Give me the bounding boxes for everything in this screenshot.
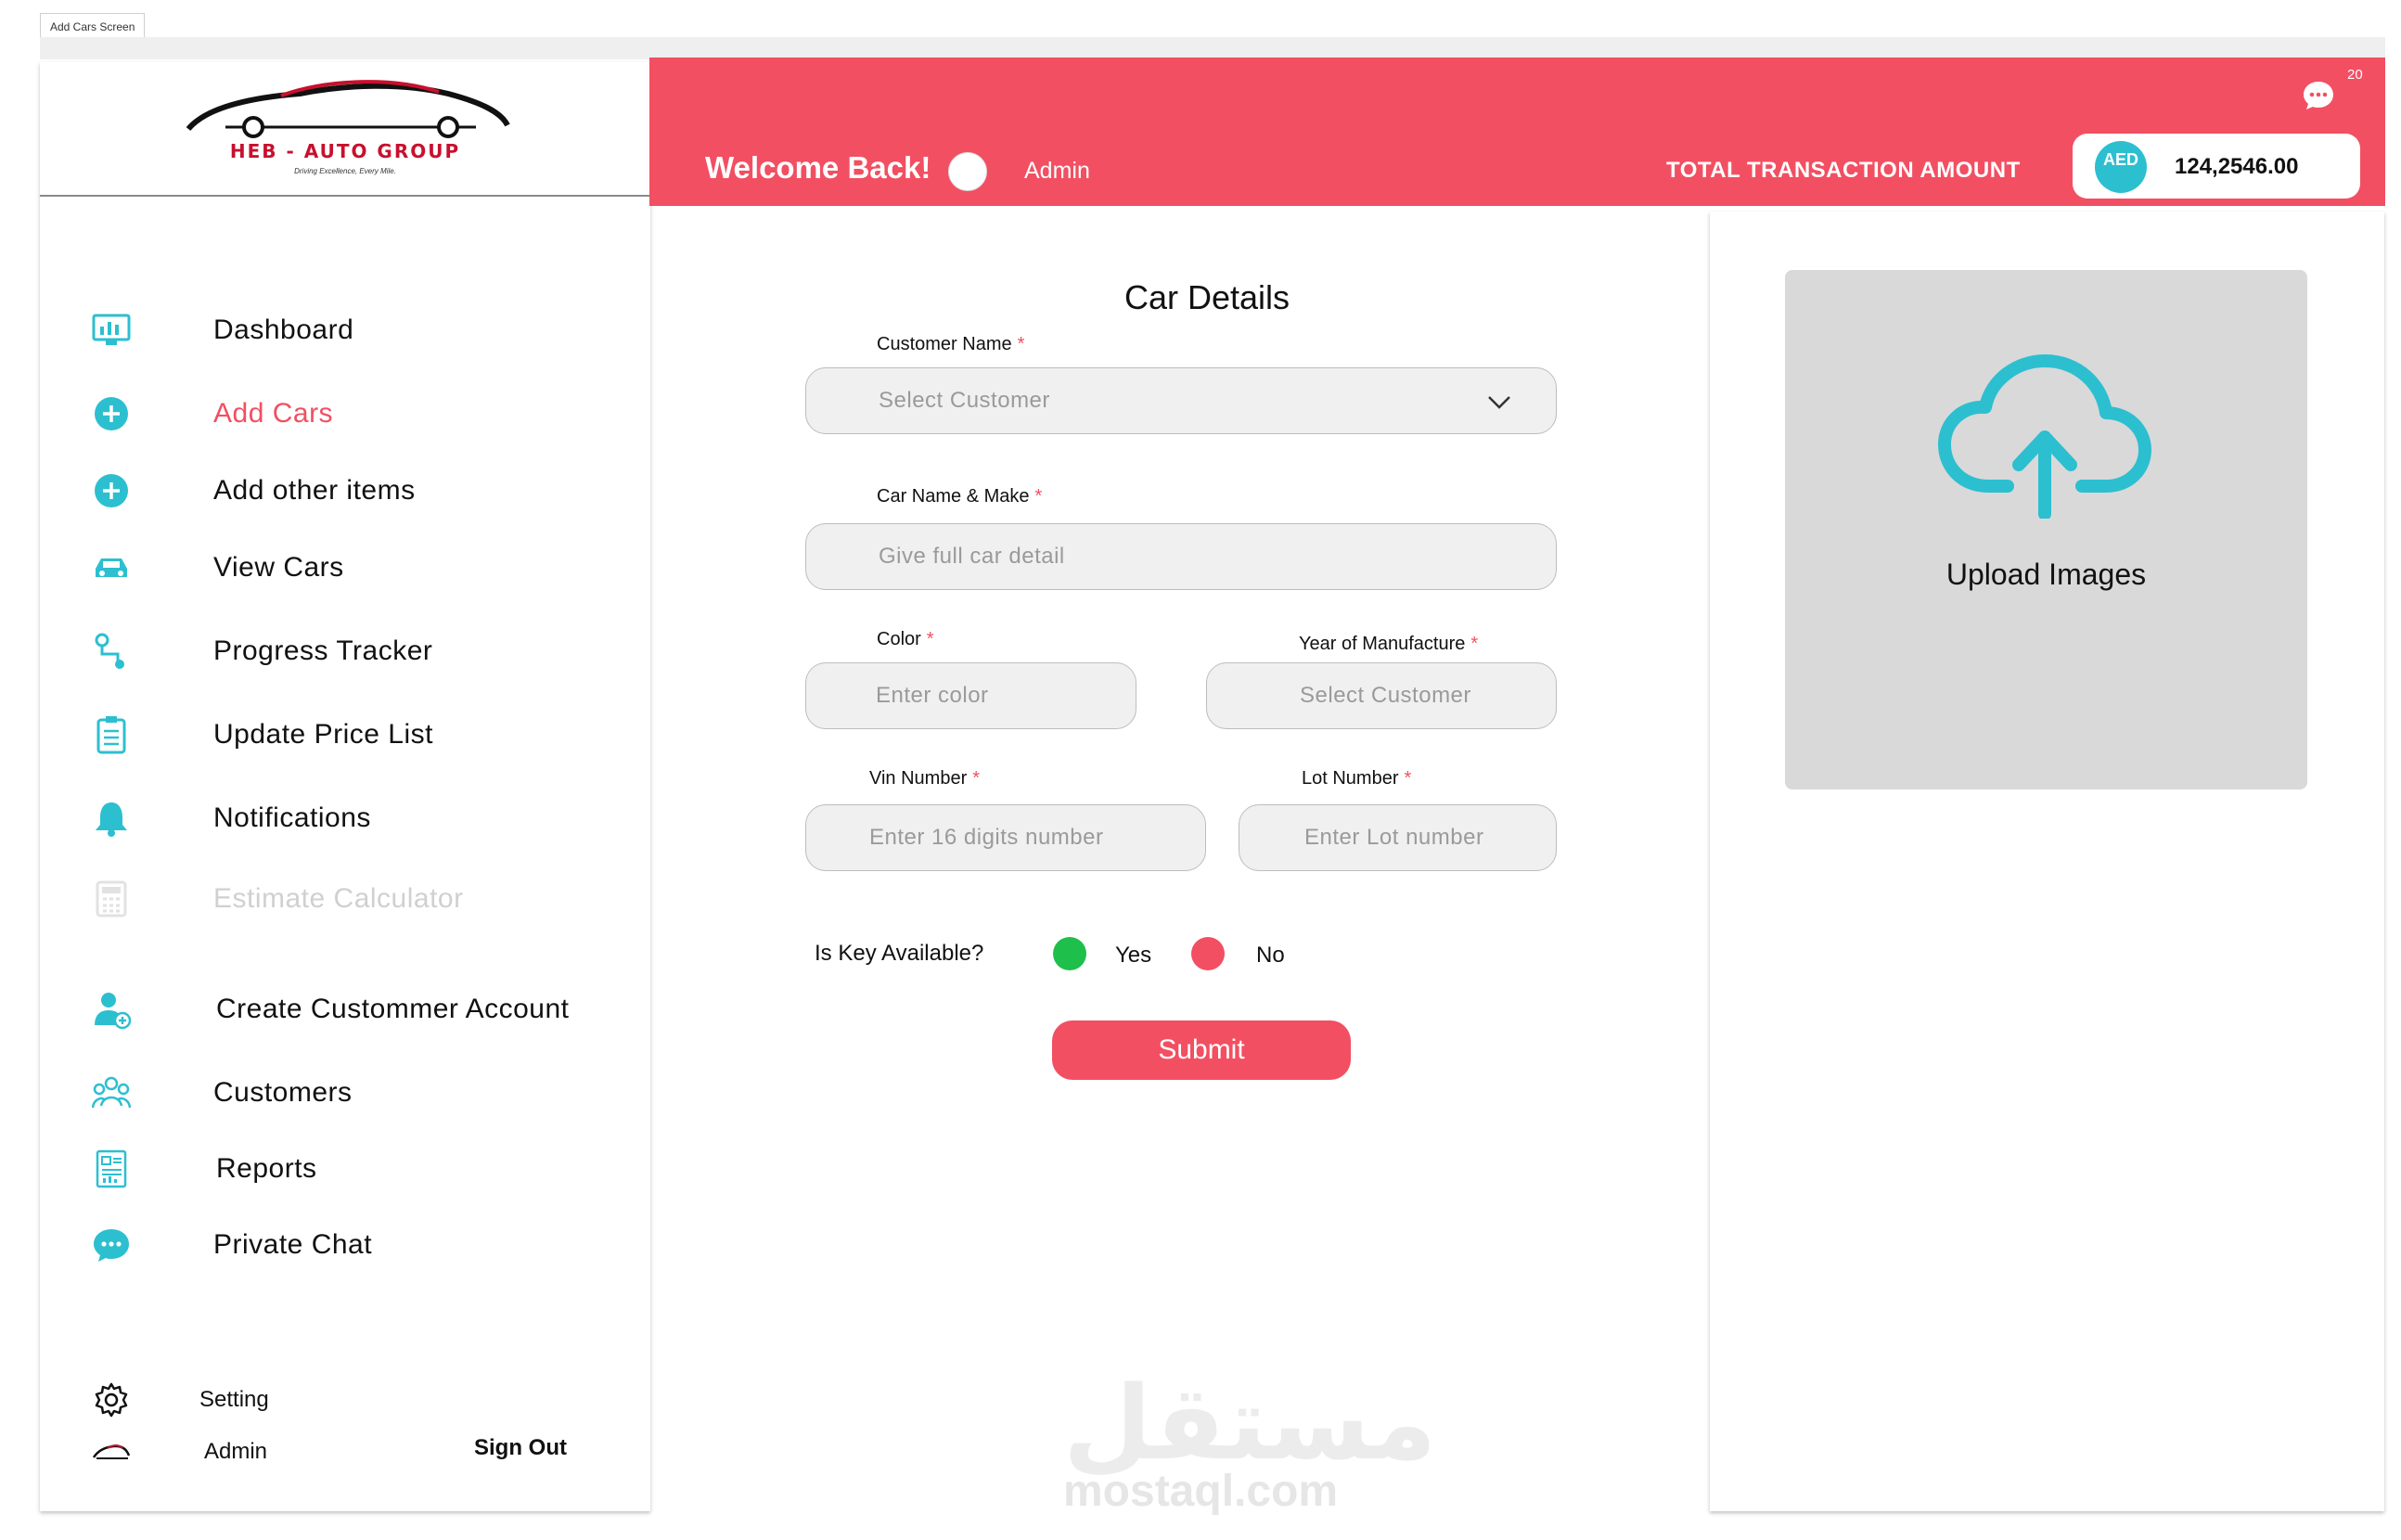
sidebar-item-label: Update Price List	[213, 719, 433, 750]
watermark-latin: mostaql.com	[1063, 1467, 1339, 1516]
chat-icon	[88, 1222, 135, 1268]
gear-icon	[88, 1377, 135, 1423]
avatar-car-icon	[88, 1429, 135, 1475]
submit-button[interactable]: Submit	[1052, 1020, 1351, 1080]
key-no-label: No	[1256, 943, 1285, 968]
sidebar-item-label: Progress Tracker	[213, 635, 433, 666]
upload-label: Upload Images	[1945, 558, 2147, 591]
brand-tagline: Driving Excellence, Every Mile.	[294, 167, 396, 175]
user-role: Admin	[1024, 158, 1090, 184]
sidebar-item-add-cars[interactable]: Add Cars	[88, 391, 626, 437]
customer-name-label: Customer Name *	[877, 334, 1025, 354]
key-available-label: Is Key Available?	[815, 941, 984, 966]
plus-circle-icon	[88, 391, 135, 437]
vin-placeholder: Enter 16 digits number	[869, 825, 1104, 850]
sidebar-item-estimate-calculator[interactable]: Estimate Calculator	[88, 876, 626, 922]
car-logo-icon	[186, 80, 510, 138]
page-title: Car Details	[1124, 278, 1290, 316]
cloud-upload-icon	[1938, 354, 2151, 519]
brand-name: HEB - AUTO GROUP	[229, 140, 461, 162]
sidebar-item-label: Customers	[213, 1077, 353, 1108]
sidebar-item-reports[interactable]: Reports	[88, 1146, 626, 1192]
bell-icon	[88, 795, 135, 841]
plus-circle-icon	[88, 468, 135, 514]
avatar[interactable]	[948, 152, 987, 191]
sidebar-item-progress-tracker[interactable]: Progress Tracker	[88, 628, 626, 674]
key-no-radio[interactable]	[1191, 937, 1225, 970]
dashboard-icon	[88, 307, 135, 353]
car-name-placeholder: Give full car detail	[879, 544, 1065, 569]
customer-select[interactable]: Select Customer	[805, 367, 1557, 434]
transaction-amount: 124,2546.00	[2175, 154, 2299, 179]
sidebar-item-update-price-list[interactable]: Update Price List	[88, 712, 626, 758]
sidebar-item-notifications[interactable]: Notifications	[88, 795, 626, 841]
sidebar: HEB - AUTO GROUP Driving Excellence, Eve…	[40, 62, 650, 1511]
transaction-amount-card: AED 124,2546.00	[2073, 134, 2360, 199]
user-plus-icon	[88, 986, 135, 1033]
sidebar-item-label: Dashboard	[213, 314, 354, 345]
setting-label: Setting	[199, 1387, 269, 1412]
route-icon	[88, 628, 135, 674]
year-label: Year of Manufacture *	[1299, 634, 1479, 654]
color-input[interactable]: Enter color	[805, 662, 1136, 729]
sidebar-item-label: View Cars	[213, 552, 344, 583]
setting-link[interactable]: Setting	[88, 1380, 366, 1420]
user-name: Admin	[204, 1439, 268, 1464]
clipboard-list-icon	[88, 712, 135, 758]
user-profile[interactable]: Admin	[88, 1431, 366, 1472]
customer-select-value: Select Customer	[879, 388, 1050, 413]
key-yes-label: Yes	[1115, 943, 1152, 968]
sidebar-item-label: Reports	[216, 1153, 317, 1184]
car-icon	[88, 545, 135, 591]
report-icon	[88, 1146, 135, 1192]
sidebar-item-label: Create Custommer Account	[216, 994, 570, 1024]
lot-input[interactable]: Enter Lot number	[1239, 804, 1557, 871]
watermark-arabic: مستقل	[1063, 1364, 1437, 1482]
outer-frame-bar	[40, 37, 2385, 59]
sidebar-item-dashboard[interactable]: Dashboard	[88, 307, 626, 353]
car-name-label: Car Name & Make *	[877, 486, 1043, 507]
currency-badge: AED	[2095, 141, 2147, 193]
lot-label: Lot Number *	[1302, 768, 1412, 789]
total-transaction-label: TOTAL TRANSACTION AMOUNT	[1666, 158, 2021, 183]
sidebar-item-label: Private Chat	[213, 1229, 373, 1260]
vin-label: Vin Number *	[869, 768, 981, 789]
welcome-text: Welcome Back!	[705, 150, 931, 185]
vin-input[interactable]: Enter 16 digits number	[805, 804, 1206, 871]
upload-images-dropzone[interactable]: Upload Images	[1785, 270, 2307, 789]
sidebar-item-create-customer-account[interactable]: Create Custommer Account	[88, 986, 626, 1033]
sidebar-item-add-other-items[interactable]: Add other items	[88, 468, 626, 514]
year-select[interactable]: Select Customer	[1206, 662, 1557, 729]
sidebar-item-customers[interactable]: Customers	[88, 1070, 626, 1116]
color-label: Color *	[877, 629, 934, 649]
sidebar-item-label: Notifications	[213, 802, 371, 833]
sign-out-button[interactable]: Sign Out	[474, 1435, 567, 1461]
brand-logo[interactable]: HEB - AUTO GROUP Driving Excellence, Eve…	[40, 62, 650, 197]
key-yes-radio[interactable]	[1053, 937, 1086, 970]
sidebar-item-label: Add Cars	[213, 398, 334, 429]
year-select-value: Select Customer	[1300, 683, 1471, 708]
sidebar-item-label: Add other items	[213, 475, 416, 506]
car-name-input[interactable]: Give full car detail	[805, 523, 1557, 590]
top-header: Welcome Back! Admin TOTAL TRANSACTION AM…	[649, 58, 2385, 206]
sidebar-item-label: Estimate Calculator	[213, 883, 464, 914]
calculator-icon	[88, 876, 135, 922]
chevron-down-icon	[1487, 391, 1511, 417]
sidebar-item-private-chat[interactable]: Private Chat	[88, 1222, 626, 1268]
chat-count-badge: 20	[2347, 67, 2363, 83]
color-placeholder: Enter color	[876, 683, 989, 708]
chat-notification-icon[interactable]	[2302, 80, 2335, 116]
sidebar-item-view-cars[interactable]: View Cars	[88, 545, 626, 591]
lot-placeholder: Enter Lot number	[1304, 825, 1484, 850]
customers-group-icon	[88, 1070, 135, 1116]
